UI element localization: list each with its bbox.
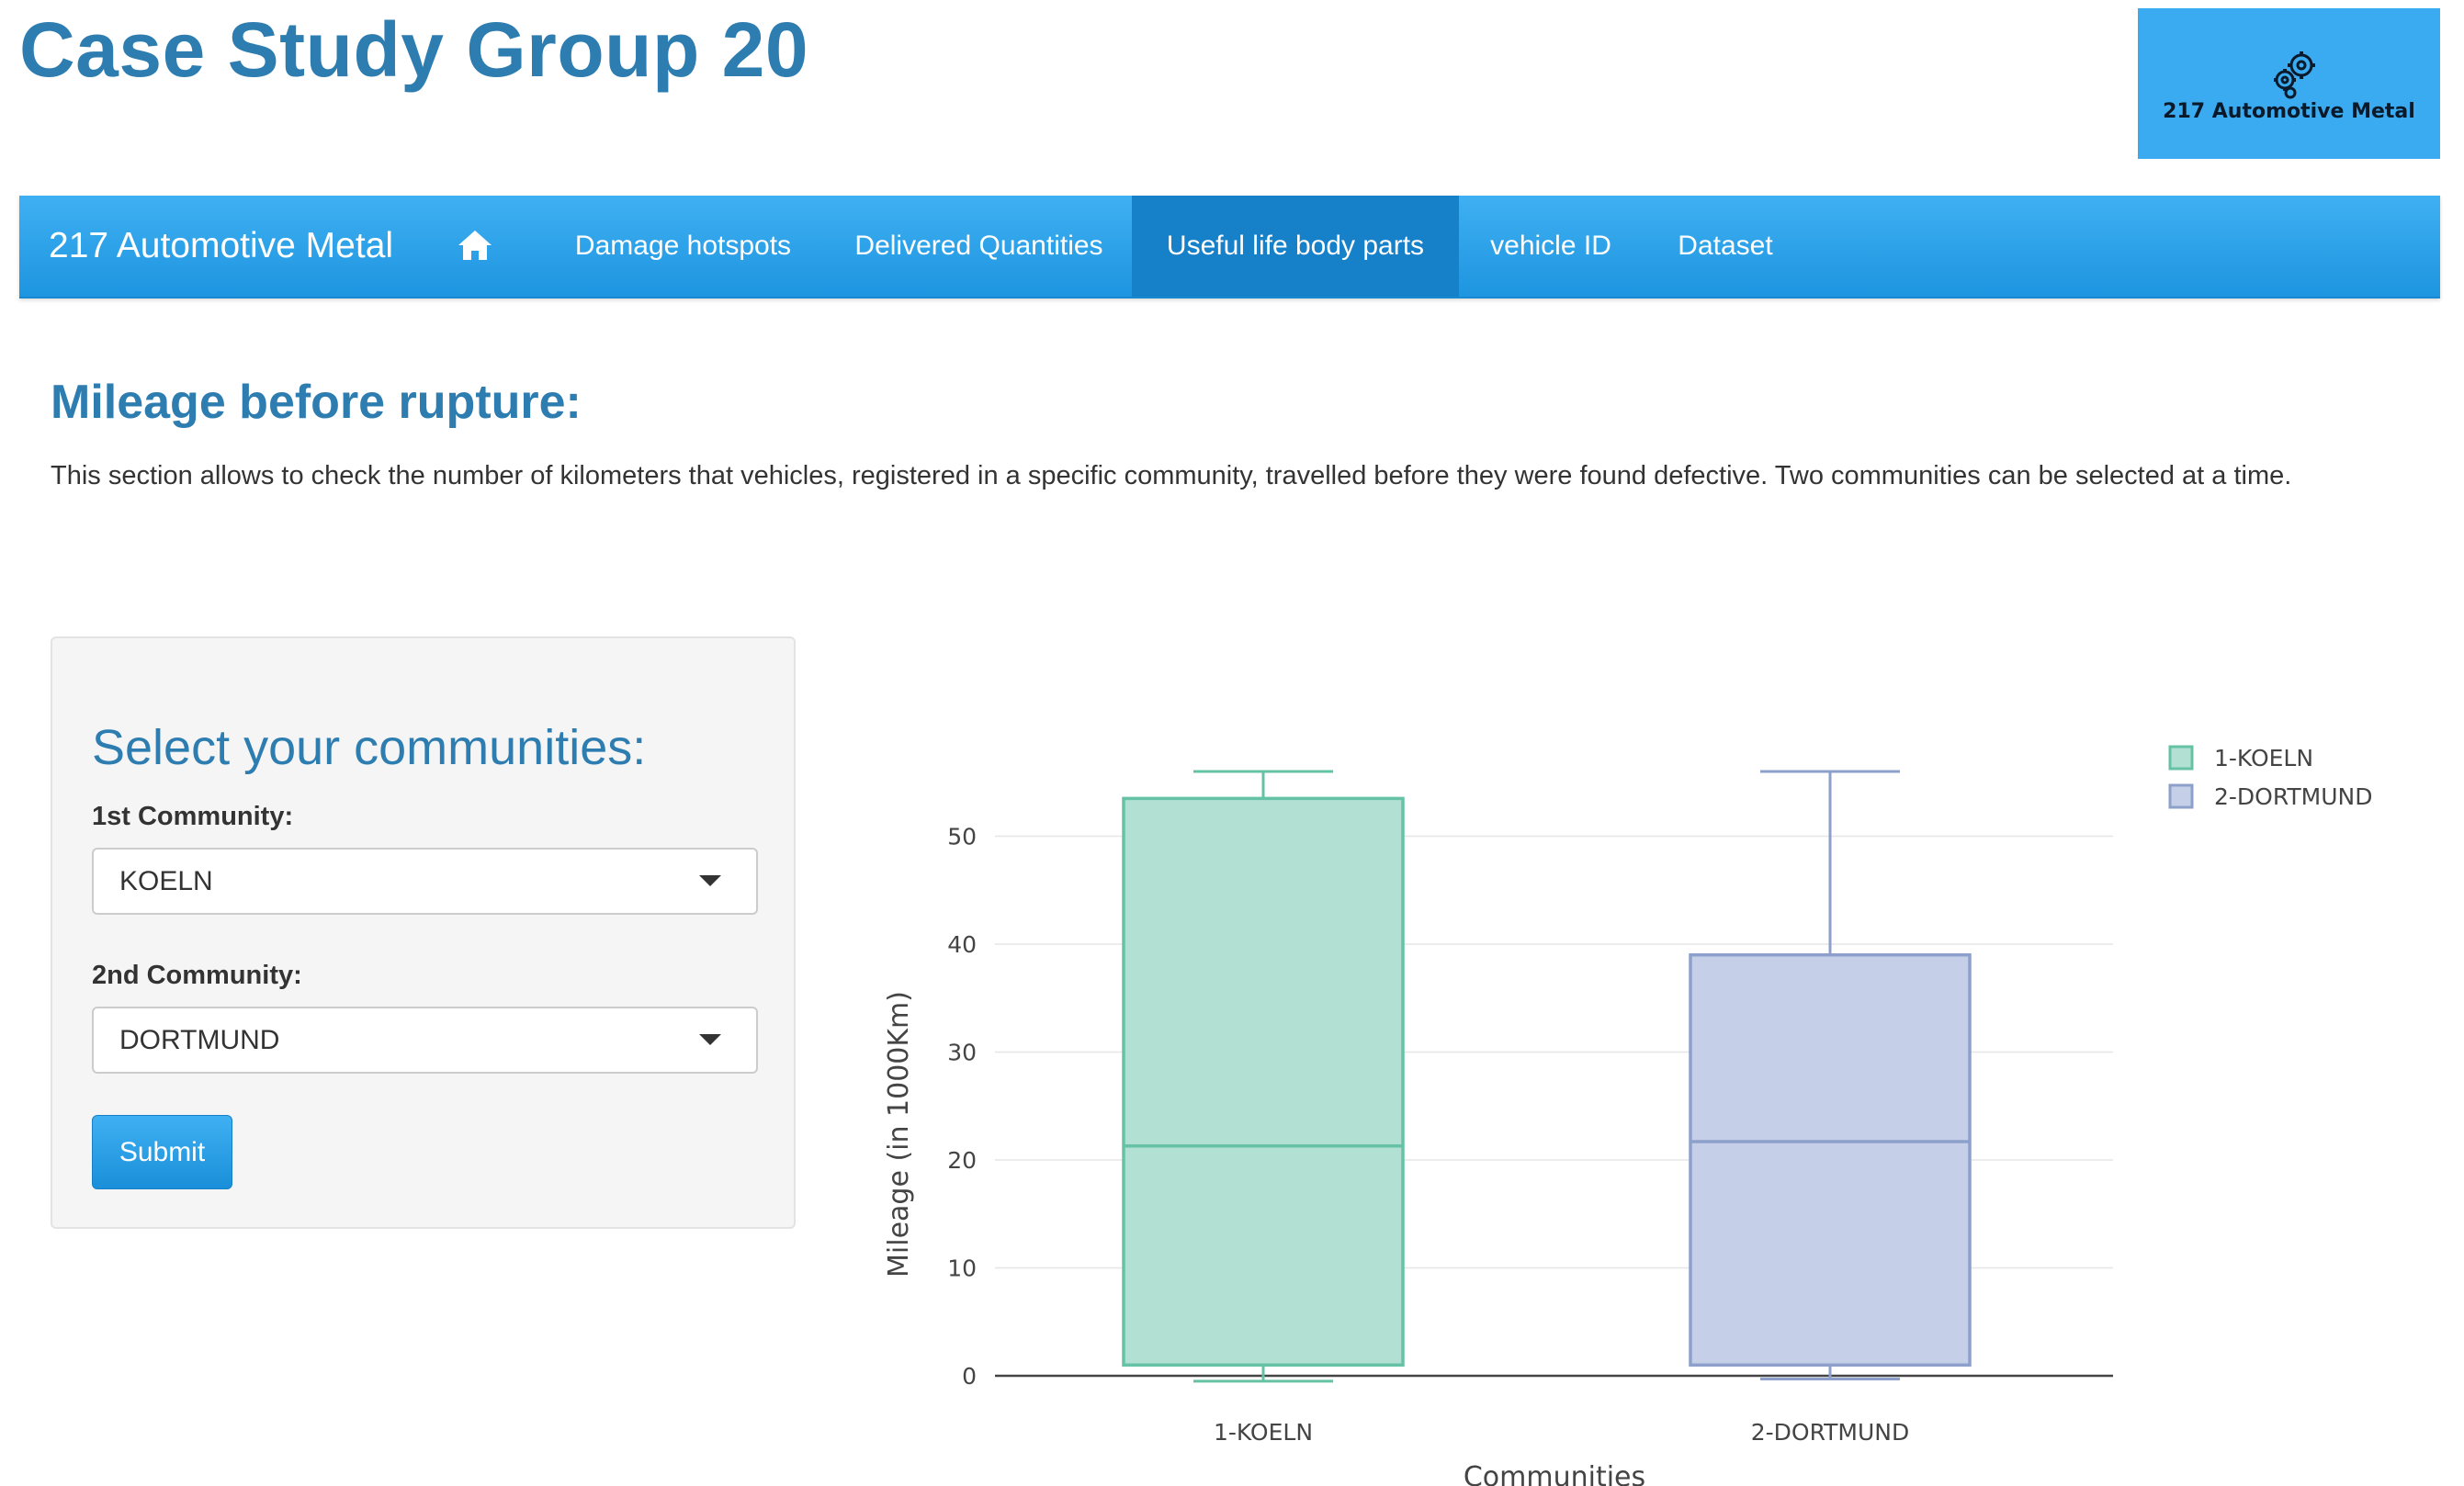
submit-button[interactable]: Submit (92, 1115, 232, 1189)
gears-icon (2274, 51, 2315, 99)
community2-value: DORTMUND (119, 1025, 280, 1055)
y-axis-title: Mileage (in 1000Km) (883, 991, 915, 1278)
nav-vehicle-id[interactable]: vehicle ID (1459, 196, 1643, 297)
logo: 217 Automotive Metal (2138, 8, 2440, 159)
x-tick-label: 1-KOELN (1214, 1419, 1313, 1446)
section-title: Mileage before rupture: (51, 376, 582, 429)
navbar: 217 Automotive Metal Damage hotspots Del… (19, 196, 2440, 298)
x-axis-title: Communities (1464, 1461, 1645, 1486)
x-tick-label: 2-DORTMUND (1751, 1419, 1910, 1446)
community2-select[interactable]: DORTMUND (92, 1007, 758, 1074)
community1-label: 1st Community: (92, 802, 294, 831)
nav-damage-hotspots[interactable]: Damage hotspots (540, 196, 826, 297)
legend-swatch (2168, 783, 2194, 809)
y-tick-label: 50 (947, 824, 977, 850)
nav-dataset[interactable]: Dataset (1643, 196, 1808, 297)
y-tick-label: 20 (947, 1147, 977, 1174)
nav-brand[interactable]: 217 Automotive Metal (49, 196, 393, 297)
panel-title: Select your communities: (92, 720, 647, 775)
community1-value: KOELN (119, 866, 213, 896)
nav-delivered-quantities[interactable]: Delivered Quantities (826, 196, 1132, 297)
box (1122, 796, 1405, 1367)
box (1689, 953, 1972, 1367)
sidebar-panel: Select your communities: 1st Community: … (51, 636, 796, 1229)
legend-label: 1-KOELN (2214, 745, 2313, 771)
boxplot-chart: 0 10 20 30 40 50 1-KOELN 2-DORTMUND Communities M… (883, 745, 2373, 1486)
nav-useful-life-body-parts[interactable]: Useful life body parts (1132, 196, 1459, 297)
y-tick-label: 40 (947, 931, 977, 958)
home-icon[interactable] (457, 227, 493, 264)
legend-label: 2-DORTMUND (2214, 783, 2373, 810)
community1-select[interactable]: KOELN (92, 848, 758, 915)
page-title: Case Study Group 20 (19, 6, 809, 93)
chevron-down-icon (699, 1034, 721, 1045)
legend-swatch (2168, 745, 2194, 771)
y-tick-label: 30 (947, 1040, 977, 1066)
y-tick-label: 0 (962, 1363, 977, 1390)
community2-label: 2nd Community: (92, 961, 302, 990)
chevron-down-icon (699, 875, 721, 886)
section-description: This section allows to check the number … (51, 461, 2292, 490)
logo-text: 217 Automotive Metal (2163, 100, 2415, 123)
y-tick-label: 10 (947, 1255, 977, 1282)
